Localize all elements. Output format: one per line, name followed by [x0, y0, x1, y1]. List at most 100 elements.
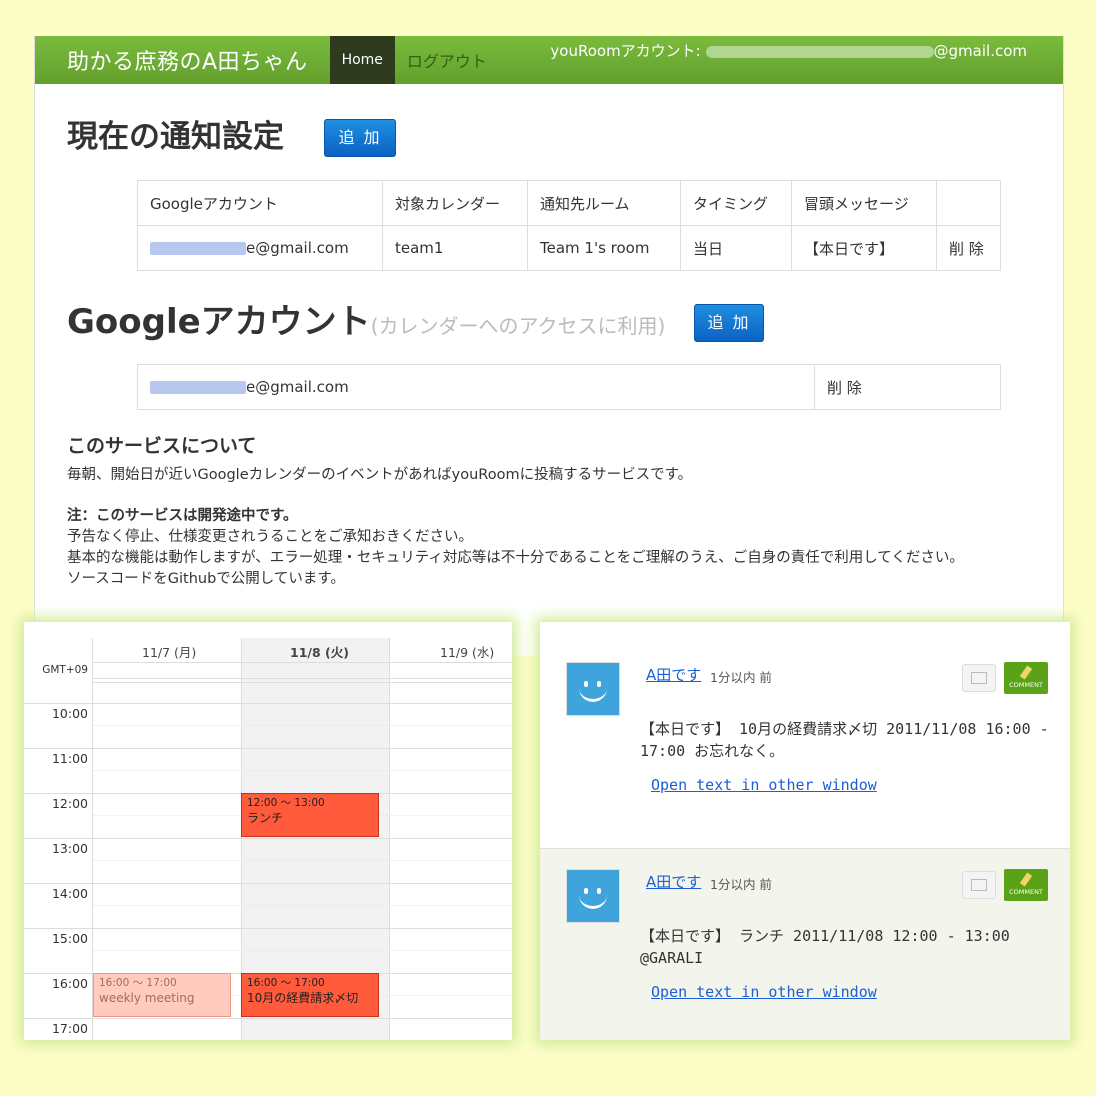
- avatar: [566, 869, 620, 923]
- day-header[interactable]: 11/9 (水): [440, 642, 494, 661]
- time-label: 10:00: [51, 706, 88, 721]
- cell-timing: 当日: [680, 225, 792, 271]
- grid-line: [92, 682, 512, 683]
- grid-line: [24, 703, 512, 704]
- brand-title[interactable]: 助かる庶務のA田ちゃん: [35, 44, 330, 76]
- day-header[interactable]: 11/7 (月): [142, 642, 196, 661]
- delete-google-account-link[interactable]: 削 除: [814, 364, 1001, 410]
- app-window: 助かる庶務のA田ちゃん Home ログアウト youRoomアカウント: @gm…: [34, 36, 1064, 656]
- calendar-event[interactable]: 16:00 ～ 17:00 10月の経費請求〆切: [241, 973, 379, 1017]
- about-desc: 毎朝、開始日が近いGoogleカレンダーのイベントがあればyouRoomに投稿す…: [67, 467, 693, 483]
- nav-logout-link[interactable]: ログアウト: [395, 48, 499, 72]
- grid-line: [92, 678, 512, 679]
- grid-line: [92, 905, 512, 906]
- event-title: weekly meeting: [99, 991, 195, 1005]
- day-header-today[interactable]: 11/8 (火): [290, 642, 349, 661]
- column-header: 通知先ルーム: [527, 180, 681, 226]
- cell-calendar: team1: [382, 225, 528, 271]
- time-label: 11:00: [51, 751, 88, 766]
- time-label: 14:00: [51, 886, 88, 901]
- calendar-event[interactable]: 12:00 ～ 13:00 ランチ: [241, 793, 379, 837]
- calendar-panel: 11/7 (月) 11/8 (火) 11/9 (水) GMT+09 10:00 …: [24, 622, 512, 1040]
- post-time: 1分以内 前: [710, 877, 772, 892]
- column-header: Googleアカウント: [137, 180, 383, 226]
- notify-settings-title: 現在の通知設定: [67, 119, 284, 155]
- account-email-suffix: @gmail.com: [933, 42, 1027, 60]
- google-account-subtitle: (カレンダーへのアクセスに利用): [370, 314, 666, 338]
- stream-post: A田です 1分以内 前 COMMENT 【本日です】 10月の経費請求〆切 20…: [540, 622, 1070, 832]
- table-row: e@gmail.com 削 除: [137, 364, 1001, 410]
- nav-home-link[interactable]: Home: [329, 36, 395, 84]
- about-note-3: ソースコードをGithubで公開しています。: [67, 571, 345, 587]
- column-header: 対象カレンダー: [382, 180, 528, 226]
- grid-line: [24, 838, 512, 839]
- stream-post: A田です 1分以内 前 COMMENT 【本日です】 ランチ 2011/11/0…: [540, 848, 1070, 1040]
- email-redacted: [150, 242, 246, 255]
- notify-settings-table: Googleアカウント 対象カレンダー 通知先ルーム タイミング 冒頭メッセージ…: [137, 180, 1001, 271]
- account-email-redacted: [705, 45, 934, 58]
- grid-line: [92, 725, 512, 726]
- grid-line: [24, 883, 512, 884]
- column-header: タイミング: [680, 180, 792, 226]
- about-note-title: 注：このサービスは開発途中です。: [67, 508, 298, 524]
- comment-button[interactable]: COMMENT: [1004, 662, 1048, 694]
- account-label: youRoomアカウント:: [550, 42, 701, 60]
- grid-line: [92, 770, 512, 771]
- grid-line: [24, 748, 512, 749]
- time-label: 17:00: [51, 1021, 88, 1036]
- google-account-title: Googleアカウント(カレンダーへのアクセスに利用): [67, 302, 666, 342]
- about-note-2: 基本的な機能は動作しますが、エラー処理・セキュリティ対応等は不十分であることをご…: [67, 550, 964, 566]
- pencil-icon: [1019, 665, 1033, 680]
- comment-button[interactable]: COMMENT: [1004, 869, 1048, 901]
- table-row: e@gmail.com team1 Team 1's room 当日 【本日です…: [137, 225, 1001, 271]
- grid-line: [92, 860, 512, 861]
- pencil-icon: [1019, 872, 1033, 887]
- table-header-row: Googleアカウント 対象カレンダー 通知先ルーム タイミング 冒頭メッセージ: [137, 180, 1001, 226]
- event-time: 16:00 ～ 17:00: [99, 977, 177, 989]
- post-author-link[interactable]: A田です: [646, 871, 701, 892]
- cell-room: Team 1's room: [527, 225, 681, 271]
- grid-line: [92, 950, 512, 951]
- post-time: 1分以内 前: [710, 670, 772, 685]
- avatar: [566, 662, 620, 716]
- time-label: 13:00: [51, 841, 88, 856]
- cell-account: e@gmail.com: [137, 225, 383, 271]
- grid-line: [389, 638, 390, 1040]
- delete-notify-link[interactable]: 削 除: [936, 225, 1001, 271]
- event-time: 12:00 ～ 13:00: [247, 797, 325, 809]
- stream-panel: A田です 1分以内 前 COMMENT 【本日です】 10月の経費請求〆切 20…: [540, 622, 1070, 1040]
- event-title: 10月の経費請求〆切: [247, 991, 359, 1005]
- time-label: 15:00: [51, 931, 88, 946]
- post-text: 【本日です】 10月の経費請求〆切 2011/11/08 16:00 - 17:…: [640, 720, 1049, 760]
- time-label: 16:00: [51, 976, 88, 991]
- column-header: 冒頭メッセージ: [791, 180, 937, 226]
- email-redacted: [150, 381, 246, 394]
- open-text-link[interactable]: Open text in other window: [651, 983, 877, 1001]
- mail-icon[interactable]: [962, 664, 996, 692]
- comment-label: COMMENT: [1009, 681, 1043, 689]
- column-header: [936, 180, 1001, 226]
- post-text: 【本日です】 ランチ 2011/11/08 12:00 - 13:00 @GAR…: [640, 927, 1010, 967]
- comment-label: COMMENT: [1009, 888, 1043, 896]
- event-title: ランチ: [247, 811, 284, 825]
- open-text-link[interactable]: Open text in other window: [651, 776, 877, 794]
- cell-account: e@gmail.com: [137, 364, 815, 410]
- account-info: youRoomアカウント: @gmail.com: [550, 40, 1027, 61]
- add-notify-button[interactable]: 追 加: [324, 119, 396, 157]
- time-label: 12:00: [51, 796, 88, 811]
- google-account-table: e@gmail.com 削 除: [137, 364, 1001, 410]
- post-author-link[interactable]: A田です: [646, 664, 701, 685]
- grid-line: [24, 928, 512, 929]
- add-google-account-button[interactable]: 追 加: [694, 304, 764, 342]
- cell-message: 【本日です】: [791, 225, 937, 271]
- grid-line: [24, 1018, 512, 1019]
- event-time: 16:00 ～ 17:00: [247, 977, 325, 989]
- mail-icon[interactable]: [962, 871, 996, 899]
- timezone-label: GMT+09: [42, 664, 88, 676]
- grid-line: [92, 662, 512, 663]
- about-note-1: 予告なく停止、仕様変更されうることをご承知おきください。: [67, 529, 473, 545]
- about-title: このサービスについて: [67, 435, 257, 457]
- top-navbar: 助かる庶務のA田ちゃん Home ログアウト youRoomアカウント: @gm…: [35, 36, 1063, 84]
- calendar-event[interactable]: 16:00 ～ 17:00 weekly meeting: [93, 973, 231, 1017]
- about-section: このサービスについて 毎朝、開始日が近いGoogleカレンダーのイベントがあれば…: [67, 436, 1047, 590]
